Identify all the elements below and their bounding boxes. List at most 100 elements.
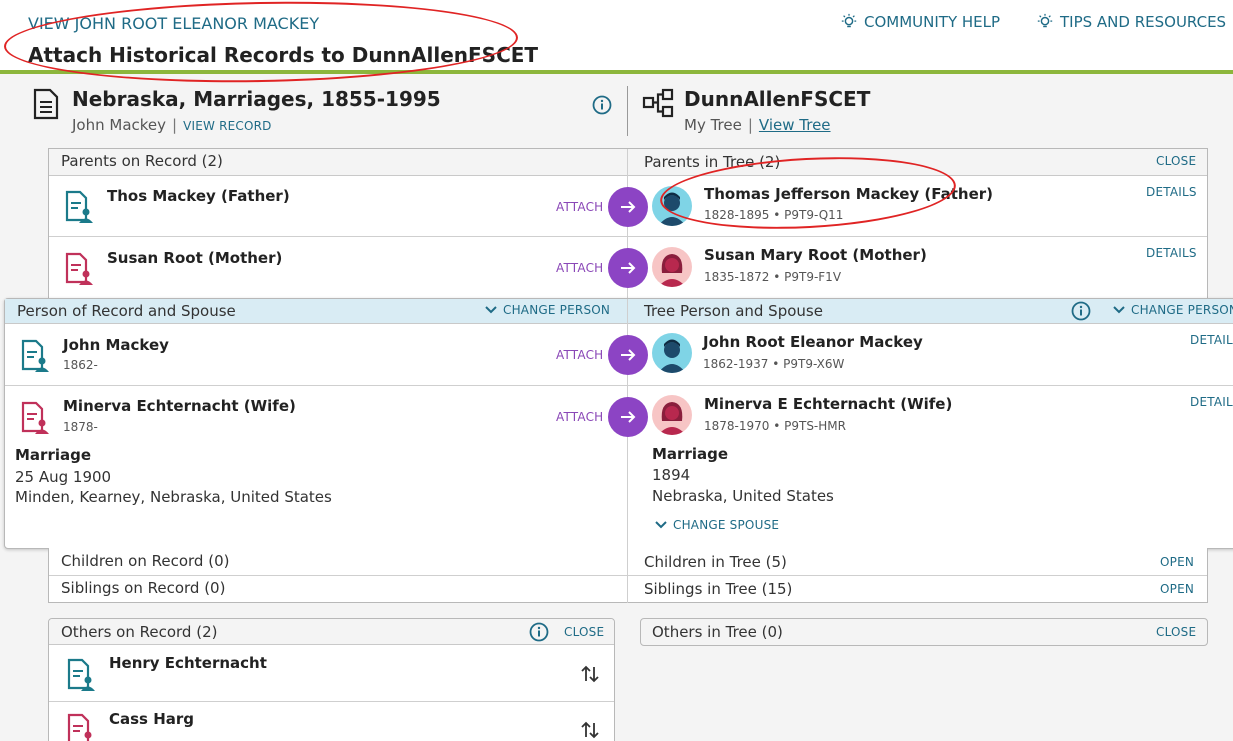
tree-title: DunnAllenFSCET (684, 87, 871, 111)
attach-arrow-button[interactable] (608, 397, 648, 437)
tree-lifespan-id: 1878-1970 • P9TS-HMR (704, 419, 846, 433)
divider: | (172, 116, 178, 134)
record-name: Thos Mackey (Father) (107, 187, 290, 205)
breadcrumb-link[interactable]: VIEW JOHN ROOT ELEANOR MACKEY (28, 14, 319, 33)
attach-arrow-button[interactable] (608, 335, 648, 375)
divider: | (747, 116, 753, 134)
community-help-label: COMMUNITY HELP (864, 13, 1001, 31)
others-tree-header: Others in Tree (0) (652, 623, 783, 641)
record-name: Minerva Echternacht (Wife) (63, 397, 296, 415)
arrow-right-icon (621, 349, 636, 361)
tree-person-header: Tree Person and Spouse (644, 302, 823, 320)
row-divider (5, 385, 1233, 386)
siblings-tree-header: Siblings in Tree (15) (644, 580, 793, 598)
record-marriage-label: Marriage (15, 446, 92, 464)
community-help-link[interactable]: COMMUNITY HELP (840, 13, 1000, 31)
female-avatar (652, 247, 692, 287)
row-divider (49, 701, 614, 702)
record-name: Susan Root (Mother) (107, 249, 283, 267)
attach-label: ATTACH (556, 348, 604, 362)
parents-close-button[interactable]: CLOSE (1156, 154, 1196, 168)
page-title: Attach Historical Records to DunnAllenFS… (28, 43, 539, 67)
attach-arrow-button[interactable] (608, 248, 648, 288)
record-person-icon (66, 713, 96, 741)
attach-label: ATTACH (556, 261, 604, 275)
change-person-button[interactable]: CHANGE PERSON (484, 303, 610, 317)
record-person-icon (20, 401, 50, 439)
record-person-icon (66, 658, 96, 696)
swap-icon[interactable] (580, 664, 600, 688)
other-person-name: Cass Harg (109, 710, 195, 728)
change-tree-person-button[interactable]: CHANGE PERSON (1112, 303, 1233, 317)
change-person-label: CHANGE PERSON (1131, 303, 1233, 317)
details-button[interactable]: DETAILS (1146, 246, 1197, 260)
lightbulb-icon (840, 13, 858, 31)
tree-lifespan-id: 1828-1895 • P9T9-Q11 (704, 208, 844, 222)
chevron-down-icon (1113, 306, 1125, 314)
change-spouse-button[interactable]: CHANGE SPOUSE (654, 518, 779, 532)
chevron-down-icon (655, 521, 667, 529)
attach-arrow-button[interactable] (608, 187, 648, 227)
tree-icon (642, 88, 674, 122)
tree-lifespan-id: 1862-1937 • P9T9-X6W (703, 357, 845, 371)
children-record-header: Children on Record (0) (61, 552, 230, 570)
person-record-header: Person of Record and Spouse (17, 302, 236, 320)
title-divider (627, 86, 628, 136)
parents-record-header: Parents on Record (2) (61, 152, 223, 170)
record-person-icon (64, 252, 94, 290)
info-icon[interactable] (529, 622, 549, 646)
attach-label: ATTACH (556, 200, 604, 214)
header-accent-bar (0, 70, 1233, 74)
others-tree-close-button[interactable]: CLOSE (1156, 625, 1196, 639)
change-person-label: CHANGE PERSON (503, 303, 611, 317)
attach-label: ATTACH (556, 410, 604, 424)
info-icon[interactable] (1071, 301, 1091, 325)
record-person-name: John Mackey (72, 116, 167, 134)
tree-marriage-label: Marriage (652, 445, 729, 463)
details-button[interactable]: DETAILS (1190, 333, 1233, 347)
record-marriage-place: Minden, Kearney, Nebraska, United States (15, 488, 332, 506)
change-spouse-label: CHANGE SPOUSE (673, 518, 780, 532)
swap-icon[interactable] (580, 720, 600, 741)
children-open-button[interactable]: OPEN (1160, 555, 1194, 569)
details-button[interactable]: DETAILS (1146, 185, 1197, 199)
arrow-right-icon (621, 411, 636, 423)
tree-lifespan-id: 1835-1872 • P9T9-F1V (704, 270, 842, 284)
siblings-open-button[interactable]: OPEN (1160, 582, 1194, 596)
arrow-right-icon (621, 262, 636, 274)
siblings-record-header: Siblings on Record (0) (61, 579, 226, 597)
row-divider (49, 575, 1207, 576)
details-button[interactable]: DETAILS (1190, 395, 1233, 409)
others-record-header: Others on Record (2) (61, 623, 218, 641)
tree-marriage-place: Nebraska, United States (652, 487, 834, 505)
record-subline: John Mackey | VIEW RECORD (72, 116, 272, 134)
tree-name[interactable]: John Root Eleanor Mackey (703, 333, 923, 351)
parents-tree-header: Parents in Tree (2) (644, 153, 781, 171)
arrow-right-icon (621, 201, 636, 213)
view-record-link[interactable]: VIEW RECORD (183, 119, 272, 133)
tree-name[interactable]: Susan Mary Root (Mother) (704, 246, 927, 264)
document-icon (32, 88, 60, 124)
record-collection-title: Nebraska, Marriages, 1855-1995 (72, 87, 441, 111)
info-icon[interactable] (592, 95, 612, 119)
view-tree-link[interactable]: View Tree (759, 116, 831, 134)
record-lifespan: 1878- (63, 420, 98, 434)
tree-name[interactable]: Thomas Jefferson Mackey (Father) (704, 185, 993, 203)
tree-marriage-date: 1894 (652, 466, 691, 484)
others-close-button[interactable]: CLOSE (564, 625, 604, 639)
my-tree-label: My Tree (684, 116, 742, 134)
children-tree-header: Children in Tree (5) (644, 553, 787, 571)
tips-resources-label: TIPS AND RESOURCES (1060, 13, 1227, 31)
record-lifespan: 1862- (63, 358, 98, 372)
record-name: John Mackey (63, 336, 169, 354)
tree-name[interactable]: Minerva E Echternacht (Wife) (704, 395, 952, 413)
tree-subline: My Tree | View Tree (684, 116, 831, 134)
row-divider (49, 236, 1207, 237)
male-avatar (652, 333, 692, 373)
female-avatar (652, 395, 692, 435)
male-avatar (652, 186, 692, 226)
other-person-name: Henry Echternacht (109, 654, 267, 672)
record-person-icon (20, 339, 50, 377)
chevron-down-icon (485, 306, 497, 314)
tips-resources-link[interactable]: TIPS AND RESOURCES (1036, 13, 1226, 31)
